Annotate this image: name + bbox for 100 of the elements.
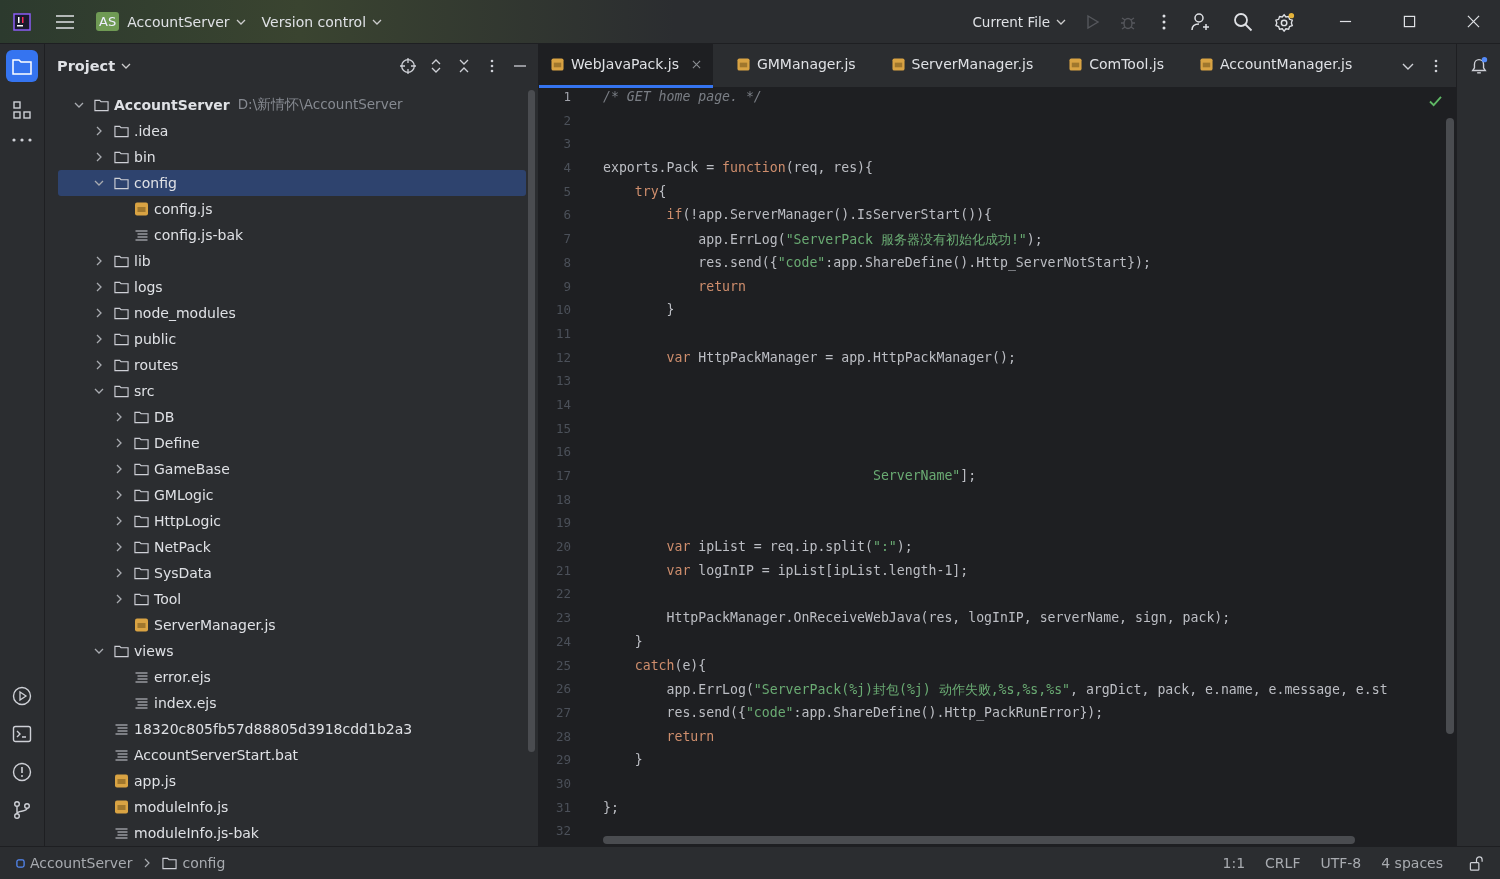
chevron-icon[interactable] (94, 334, 104, 344)
text-file-icon (134, 696, 149, 710)
tree-item[interactable]: public (58, 326, 526, 352)
code-line: HttpPackManager.OnReceiveWebJava(res, logInIP, serverName, sign, pack); (665, 610, 1231, 626)
editor-tab[interactable]: ServerManager.js (879, 43, 1046, 88)
chevron-icon[interactable] (94, 256, 104, 266)
editor-tab[interactable]: AccountManager.js (1188, 43, 1365, 88)
indent-setting[interactable]: 4 spaces (1381, 855, 1443, 871)
search-icon[interactable] (1233, 11, 1253, 32)
project-tool-button[interactable] (6, 50, 38, 82)
tree-item[interactable]: GameBase (58, 456, 526, 482)
chevron-icon[interactable] (94, 126, 104, 136)
editor-tab[interactable]: WebJavaPack.js (539, 43, 713, 88)
project-switcher[interactable]: AS AccountServer (88, 8, 254, 35)
scrollbar-thumb[interactable] (1446, 118, 1454, 734)
lock-icon[interactable] (1469, 855, 1484, 871)
menu-icon[interactable] (56, 14, 74, 29)
add-user-icon[interactable] (1191, 11, 1211, 32)
close-icon[interactable] (1467, 15, 1480, 28)
folder-icon (134, 462, 149, 476)
tree-item[interactable]: moduleInfo.js-bak (58, 820, 526, 846)
chevron-icon[interactable] (114, 594, 124, 604)
tree-item[interactable]: AccountServerStart.bat (58, 742, 526, 768)
locate-icon[interactable] (400, 57, 416, 74)
code-line: res.send({"code":app.ShareDefine().Http_PackRunError}); (665, 704, 1104, 720)
problems-icon[interactable] (12, 762, 32, 782)
git-icon[interactable] (12, 800, 32, 820)
tree-item[interactable]: Define (58, 430, 526, 456)
chevron-icon[interactable] (114, 542, 124, 552)
tree-item[interactable]: NetPack (58, 534, 526, 560)
terminal-icon[interactable] (12, 724, 32, 744)
tree-item[interactable]: .idea (58, 118, 526, 144)
panel-title-dropdown[interactable]: Project (49, 53, 140, 78)
tree-item[interactable]: HttpLogic (58, 508, 526, 534)
tree-item[interactable]: config.js (58, 196, 526, 222)
tree-item[interactable]: bin (58, 144, 526, 170)
tree-item[interactable]: src (58, 378, 526, 404)
line-ending[interactable]: CRLF (1265, 855, 1301, 871)
scrollbar-thumb[interactable] (528, 90, 535, 752)
chevron-icon[interactable] (114, 490, 124, 500)
settings-icon[interactable] (1275, 11, 1295, 32)
tree-item[interactable]: views (58, 638, 526, 664)
breadcrumb[interactable]: config (162, 855, 226, 871)
chevron-icon[interactable] (114, 516, 124, 526)
tree-item[interactable]: SysData (58, 560, 526, 586)
tree-item[interactable]: AccountServer D:\新情怀\AccountServer (58, 92, 526, 118)
chevron-icon[interactable] (94, 646, 104, 656)
tree-item[interactable]: logs (58, 274, 526, 300)
tree-item[interactable]: Tool (58, 586, 526, 612)
chevron-icon[interactable] (94, 152, 104, 162)
js-file-icon (114, 800, 129, 814)
tree-item[interactable]: app.js (58, 768, 526, 794)
chevron-icon[interactable] (114, 568, 124, 578)
scrollbar-thumb[interactable] (603, 836, 1355, 844)
file-encoding[interactable]: UTF-8 (1320, 855, 1362, 871)
more-icon[interactable] (1162, 13, 1166, 30)
tree-item[interactable]: 18320c805fb57d88805d3918cdd1b2a3 (58, 716, 526, 742)
tree-item[interactable]: node_modules (58, 300, 526, 326)
tree-item[interactable]: GMLogic (58, 482, 526, 508)
chevron-icon[interactable] (94, 308, 104, 318)
chevron-icon (121, 62, 132, 69)
tree-item[interactable]: error.ejs (58, 664, 526, 690)
folder-icon (114, 358, 129, 372)
run-tool-icon[interactable] (12, 686, 32, 706)
more-tools-icon[interactable] (12, 138, 32, 142)
chevron-icon[interactable] (94, 178, 104, 188)
run-config-dropdown[interactable]: Current File (964, 9, 1074, 34)
chevron-icon[interactable] (94, 386, 104, 396)
editor-tab[interactable]: ComTool.js (1057, 43, 1177, 88)
tree-item[interactable]: DB (58, 404, 526, 430)
chevron-icon[interactable] (94, 360, 104, 370)
code-line: /* GET home page. */ (603, 89, 762, 104)
tree-item[interactable]: config.js-bak (58, 222, 526, 248)
chevron-icon[interactable] (114, 438, 124, 448)
chevron-icon (235, 18, 246, 25)
folder-icon (134, 514, 149, 528)
close-tab-icon[interactable] (691, 59, 701, 69)
maximize-icon[interactable] (1403, 15, 1416, 28)
chevron-icon[interactable] (114, 412, 124, 422)
folder-icon (134, 410, 149, 424)
code-line: return (665, 728, 715, 744)
folder-icon (114, 306, 129, 320)
tree-item[interactable]: moduleInfo.js (58, 794, 526, 820)
folder-icon (114, 176, 129, 190)
tree-item[interactable]: index.ejs (58, 690, 526, 716)
structure-icon[interactable] (12, 100, 32, 120)
tree-item[interactable]: routes (58, 352, 526, 378)
chevron-icon[interactable] (94, 282, 104, 292)
tree-item[interactable]: lib (58, 248, 526, 274)
tree-item[interactable]: ServerManager.js (58, 612, 526, 638)
text-file-icon (114, 826, 129, 840)
tree-item[interactable]: config (58, 170, 526, 196)
chevron-icon[interactable] (114, 464, 124, 474)
chevron-icon (1056, 18, 1066, 25)
chevron-icon[interactable] (74, 100, 84, 110)
vcs-dropdown[interactable]: Version control (253, 9, 391, 34)
editor-tab[interactable]: GMManager.js (724, 43, 868, 88)
breadcrumb[interactable]: AccountServer (16, 855, 133, 871)
caret-position[interactable]: 1:1 (1222, 855, 1246, 871)
app-logo-icon[interactable] (13, 12, 31, 31)
